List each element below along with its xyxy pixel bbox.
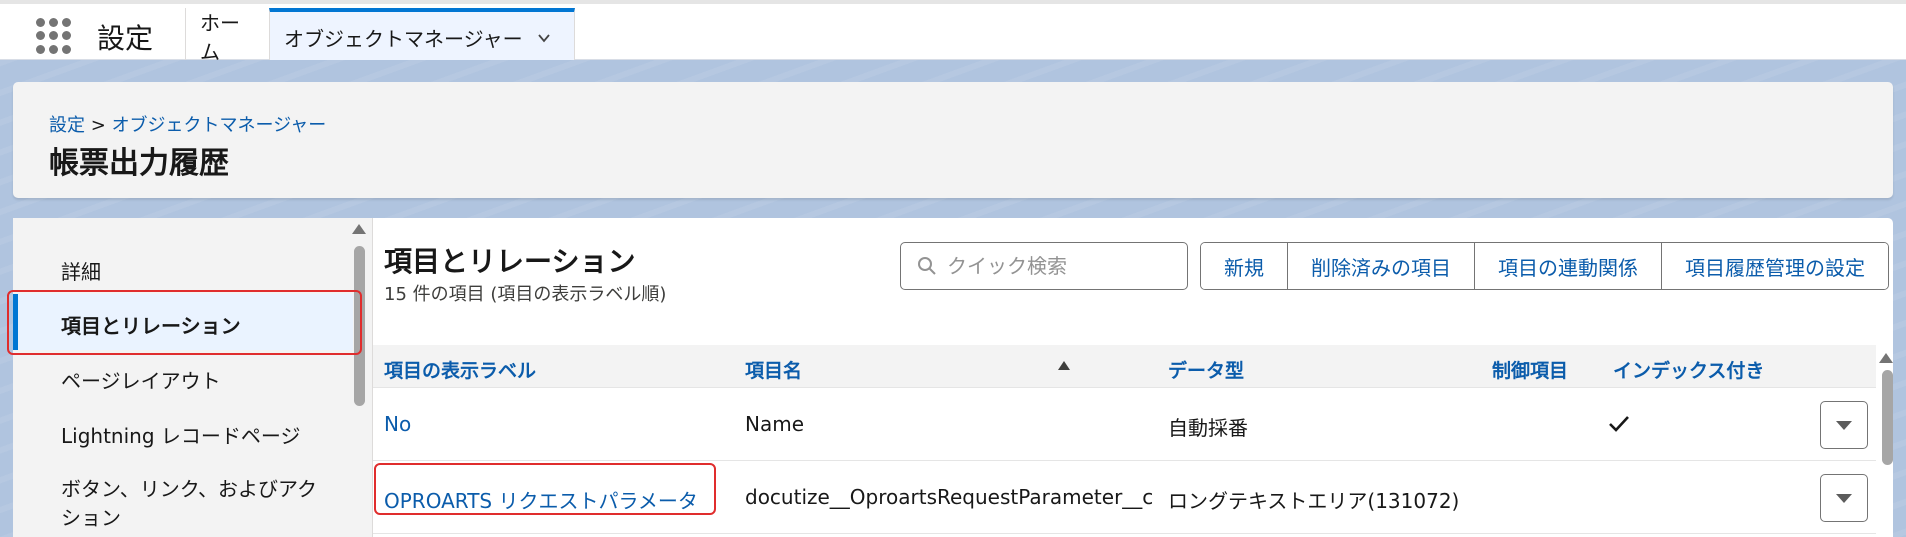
sidebar-item-label: ページレイアウト <box>61 369 221 393</box>
column-header-field-name[interactable]: 項目名 <box>745 356 802 383</box>
column-header-data-type[interactable]: データ型 <box>1168 356 1244 383</box>
field-api-name: Name <box>745 412 805 436</box>
checkmark-icon <box>1609 416 1629 432</box>
app-launcher-icon[interactable] <box>36 18 72 54</box>
row-actions-dropdown[interactable] <box>1820 474 1868 522</box>
column-header-field-label[interactable]: 項目の表示ラベル <box>384 356 536 383</box>
tab-home[interactable]: ホーム <box>185 8 269 64</box>
action-button-group: 新規 削除済みの項目 項目の連動関係 項目履歴管理の設定 <box>1200 242 1889 290</box>
field-api-name: docutize__OproartsRequestParameter__c <box>745 485 1154 509</box>
tab-object-manager-label: オブジェクトマネージャー <box>284 27 523 51</box>
tab-object-manager[interactable]: オブジェクトマネージャー <box>269 8 575 63</box>
object-sidebar: 詳細 項目とリレーション ページレイアウト Lightning レコードページ … <box>13 218 373 537</box>
sidebar-scrollbar[interactable] <box>354 246 365 406</box>
sort-ascending-icon[interactable] <box>1058 361 1070 370</box>
scroll-up-arrow-icon[interactable] <box>352 224 366 234</box>
chevron-down-icon <box>1836 493 1852 503</box>
quick-search[interactable] <box>900 242 1188 290</box>
field-dependencies-button[interactable]: 項目の連動関係 <box>1475 243 1662 289</box>
chevron-down-icon[interactable] <box>537 31 551 45</box>
tab-home-label: ホーム <box>200 10 240 64</box>
field-label-link[interactable]: No <box>384 412 411 436</box>
sidebar-item-details[interactable]: 詳細 <box>13 256 353 286</box>
sidebar-item-label: 詳細 <box>61 260 101 284</box>
sidebar-item-label: ボタン、リンク、およびアク <box>61 477 317 501</box>
sidebar-item-buttons-links-actions[interactable]: ボタン、リンク、およびアク ション <box>13 475 353 535</box>
table-row: OPROARTS リクエストパラメータ docutize__OproartsRe… <box>373 461 1876 534</box>
page-header: 設定 > オブジェクトマネージャー 帳票出力履歴 <box>13 82 1893 198</box>
column-header-controlling-field[interactable]: 制御項目 <box>1492 356 1568 383</box>
page-title: 帳票出力履歴 <box>49 146 229 181</box>
sidebar-item-label: 項目とリレーション <box>61 314 241 338</box>
sidebar-item-page-layouts[interactable]: ページレイアウト <box>13 365 353 395</box>
search-icon <box>918 257 936 275</box>
sidebar-item-label: Lightning レコードページ <box>61 424 301 448</box>
breadcrumb-setup-link[interactable]: 設定 <box>49 115 85 136</box>
table-scrollbar[interactable] <box>1882 370 1893 465</box>
section-subtitle: 15 件の項目 (項目の表示ラベル順) <box>384 284 667 305</box>
new-button[interactable]: 新規 <box>1201 243 1288 289</box>
app-title: 設定 <box>97 22 154 55</box>
breadcrumb-separator: > <box>90 115 106 136</box>
table-row: No Name 自動採番 <box>373 388 1876 461</box>
sidebar-item-label-continued: ション <box>61 506 121 530</box>
table-scroll-up-icon[interactable] <box>1879 353 1893 363</box>
fields-table-header: 項目の表示ラベル 項目名 データ型 制御項目 インデックス付き <box>373 345 1876 388</box>
main-card: 詳細 項目とリレーション ページレイアウト Lightning レコードページ … <box>7 218 1893 537</box>
sidebar-item-lightning-record-pages[interactable]: Lightning レコードページ <box>13 420 353 450</box>
field-label-link[interactable]: OPROARTS リクエストパラメータ <box>384 485 698 514</box>
breadcrumb-object-manager-link[interactable]: オブジェクトマネージャー <box>112 115 327 136</box>
chevron-down-icon <box>1836 420 1852 430</box>
quick-search-input[interactable] <box>947 254 1177 278</box>
global-nav: 設定 ホーム オブジェクトマネージャー <box>0 0 1906 64</box>
set-history-tracking-button[interactable]: 項目履歴管理の設定 <box>1662 243 1888 289</box>
sidebar-item-fields-relationships[interactable]: 項目とリレーション <box>13 294 353 350</box>
breadcrumb: 設定 > オブジェクトマネージャー <box>49 111 326 137</box>
column-header-indexed[interactable]: インデックス付き <box>1613 356 1764 383</box>
field-data-type: ロングテキストエリア(131072) <box>1168 489 1460 513</box>
section-title: 項目とリレーション <box>384 245 636 278</box>
row-actions-dropdown[interactable] <box>1820 401 1868 449</box>
field-data-type: 自動採番 <box>1168 416 1248 440</box>
deleted-fields-button[interactable]: 削除済みの項目 <box>1288 243 1475 289</box>
